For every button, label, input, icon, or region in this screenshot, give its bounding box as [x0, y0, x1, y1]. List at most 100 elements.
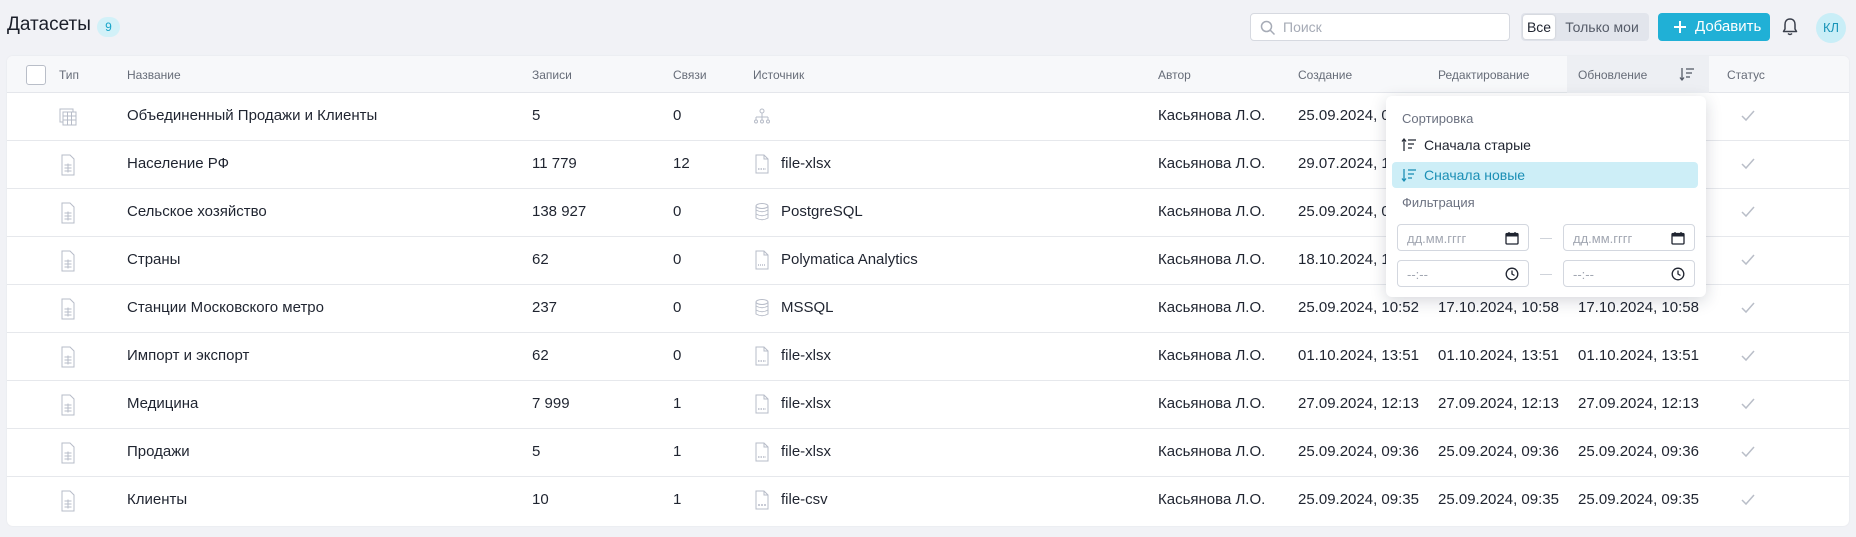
row-name[interactable]: Сельское хозяйство	[127, 203, 267, 220]
row-links: 0	[673, 251, 682, 268]
check-icon	[1740, 445, 1756, 459]
row-source: MSSQL	[781, 299, 834, 316]
check-icon	[1740, 253, 1756, 267]
document-icon	[59, 394, 77, 416]
row-name[interactable]: Медицина	[127, 395, 198, 412]
table-row[interactable]: Импорт и экспорт 62 0 file-xlsx Касьянова Л.…	[7, 333, 1849, 381]
row-created: 25.09.2024, 09:35	[1298, 491, 1419, 508]
table-join-icon	[59, 106, 77, 128]
row-name[interactable]: Импорт и экспорт	[127, 347, 249, 364]
database-icon	[754, 202, 770, 222]
filter-all-button[interactable]: Все	[1523, 15, 1555, 39]
hierarchy-icon	[754, 106, 770, 126]
row-created: 18.10.2024, 1	[1298, 251, 1390, 268]
row-records: 5	[532, 107, 541, 124]
col-status[interactable]: Статус	[1727, 68, 1765, 82]
filter-mine-button[interactable]: Только мои	[1557, 15, 1647, 39]
database-icon	[754, 298, 770, 318]
user-avatar[interactable]: КЛ	[1816, 13, 1846, 43]
row-name[interactable]: Продажи	[127, 443, 190, 460]
document-icon	[59, 250, 77, 272]
col-created[interactable]: Создание	[1298, 68, 1352, 82]
col-updated[interactable]: Обновление	[1578, 68, 1647, 82]
row-author: Касьянова Л.О.	[1158, 491, 1266, 508]
row-name[interactable]: Клиенты	[127, 491, 187, 508]
row-name[interactable]: Объединенный Продажи и Клиенты	[127, 107, 377, 124]
table-row[interactable]: Продажи 5 1 file-xlsx Касьянова Л.О. 25.09.20…	[7, 429, 1849, 477]
row-records: 62	[532, 251, 549, 268]
datasets-table: Тип Название Записи Связи Источник Автор…	[7, 56, 1849, 526]
time-range-dash	[1540, 274, 1552, 275]
sort-descending-icon[interactable]	[1679, 66, 1695, 82]
col-type[interactable]: Тип	[59, 68, 79, 82]
check-icon	[1740, 397, 1756, 411]
sort-newest-first[interactable]: Сначала новые	[1392, 162, 1698, 188]
add-dataset-button[interactable]: Добавить	[1658, 13, 1770, 41]
search-input[interactable]	[1283, 15, 1503, 39]
row-edited: 27.09.2024, 12:13	[1438, 395, 1559, 412]
bell-icon[interactable]	[1781, 17, 1799, 37]
document-icon	[59, 442, 77, 464]
table-header: Тип Название Записи Связи Источник Автор…	[7, 56, 1849, 93]
check-icon	[1740, 301, 1756, 315]
row-updated: 17.10.2024, 10:58	[1578, 299, 1699, 316]
col-edited[interactable]: Редактирование	[1438, 68, 1529, 82]
csv-file-icon	[754, 490, 770, 510]
document-icon	[59, 490, 77, 512]
row-links: 1	[673, 395, 682, 412]
row-records: 7 999	[532, 395, 570, 412]
row-records: 62	[532, 347, 549, 364]
document-icon	[59, 202, 77, 224]
table-row[interactable]: Клиенты 10 1 file-csv Касьянова Л.О. 25.09.20…	[7, 477, 1849, 525]
date-to-placeholder: дд.мм.гггг	[1573, 231, 1633, 246]
row-records: 5	[532, 443, 541, 460]
row-name[interactable]: Страны	[127, 251, 180, 268]
check-icon	[1740, 157, 1756, 171]
row-author: Касьянова Л.О.	[1158, 395, 1266, 412]
sort-oldest-label: Сначала старые	[1424, 137, 1531, 153]
row-links: 1	[673, 491, 682, 508]
row-links: 0	[673, 299, 682, 316]
document-icon	[59, 154, 77, 176]
row-updated: 27.09.2024, 12:13	[1578, 395, 1699, 412]
col-links[interactable]: Связи	[673, 68, 707, 82]
top-bar: Датасеты 9 Все Только мои Добавить КЛ	[0, 0, 1856, 54]
row-source: Polymatica Analytics	[781, 251, 918, 268]
row-author: Касьянова Л.О.	[1158, 251, 1266, 268]
col-name[interactable]: Название	[127, 68, 181, 82]
plus-icon	[1674, 21, 1686, 33]
search-box[interactable]	[1250, 13, 1510, 41]
calendar-icon[interactable]	[1671, 231, 1685, 245]
calendar-icon[interactable]	[1505, 231, 1519, 245]
time-from-input[interactable]: --:--	[1397, 260, 1529, 287]
row-created: 25.09.2024, 0	[1298, 107, 1390, 124]
xlsx-file-icon	[754, 154, 770, 174]
row-links: 1	[673, 443, 682, 460]
clock-icon[interactable]	[1671, 267, 1685, 281]
col-author[interactable]: Автор	[1158, 68, 1191, 82]
table-row[interactable]: Медицина 7 999 1 file-xlsx Касьянова Л.О. 27.…	[7, 381, 1849, 429]
time-to-input[interactable]: --:--	[1563, 260, 1695, 287]
col-source[interactable]: Источник	[753, 68, 804, 82]
page-title: Датасеты	[7, 14, 91, 35]
row-records: 237	[532, 299, 558, 316]
clock-icon[interactable]	[1505, 267, 1519, 281]
dataset-count-badge: 9	[97, 17, 120, 37]
document-icon	[59, 346, 77, 368]
sort-oldest-first[interactable]: Сначала старые	[1392, 132, 1698, 158]
row-created: 25.09.2024, 10:52	[1298, 299, 1419, 316]
check-icon	[1740, 205, 1756, 219]
row-name[interactable]: Население РФ	[127, 155, 229, 172]
row-author: Касьянова Л.О.	[1158, 203, 1266, 220]
filter-heading: Фильтрация	[1402, 195, 1475, 210]
row-links: 0	[673, 107, 682, 124]
col-records[interactable]: Записи	[532, 68, 572, 82]
date-from-input[interactable]: дд.мм.гггг	[1397, 224, 1529, 251]
date-to-input[interactable]: дд.мм.гггг	[1563, 224, 1695, 251]
check-icon	[1740, 493, 1756, 507]
row-source: PostgreSQL	[781, 203, 863, 220]
row-name[interactable]: Станции Московского метро	[127, 299, 324, 316]
row-author: Касьянова Л.О.	[1158, 107, 1266, 124]
date-from-placeholder: дд.мм.гггг	[1407, 231, 1467, 246]
select-all-checkbox[interactable]	[26, 65, 46, 85]
